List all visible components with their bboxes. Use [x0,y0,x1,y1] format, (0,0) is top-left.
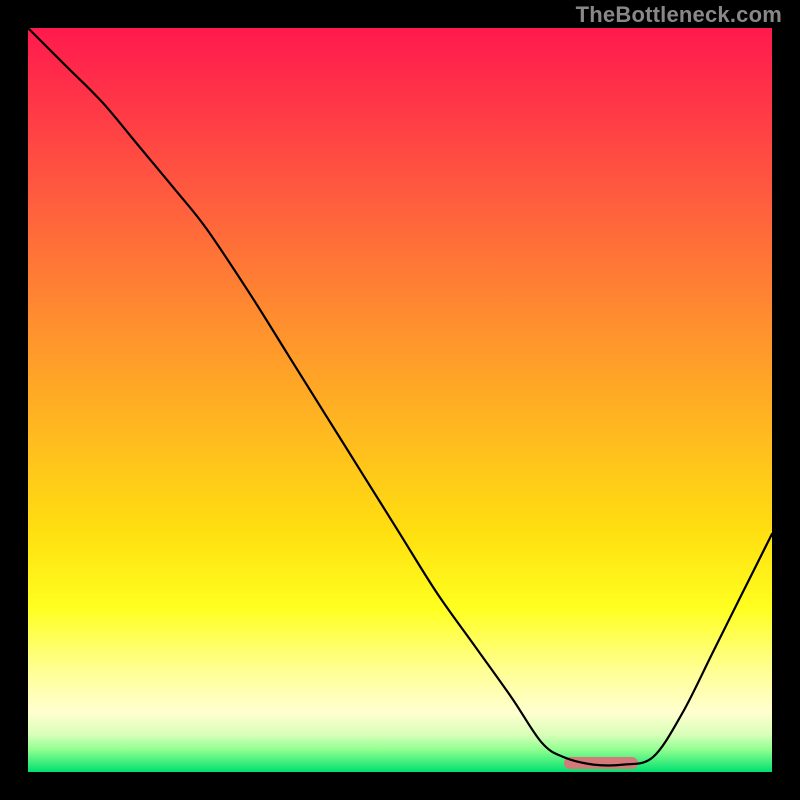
chart-line [28,28,772,772]
chart-plot-area [28,28,772,772]
watermark-text: TheBottleneck.com [576,2,782,28]
chart-line-path [28,28,772,766]
